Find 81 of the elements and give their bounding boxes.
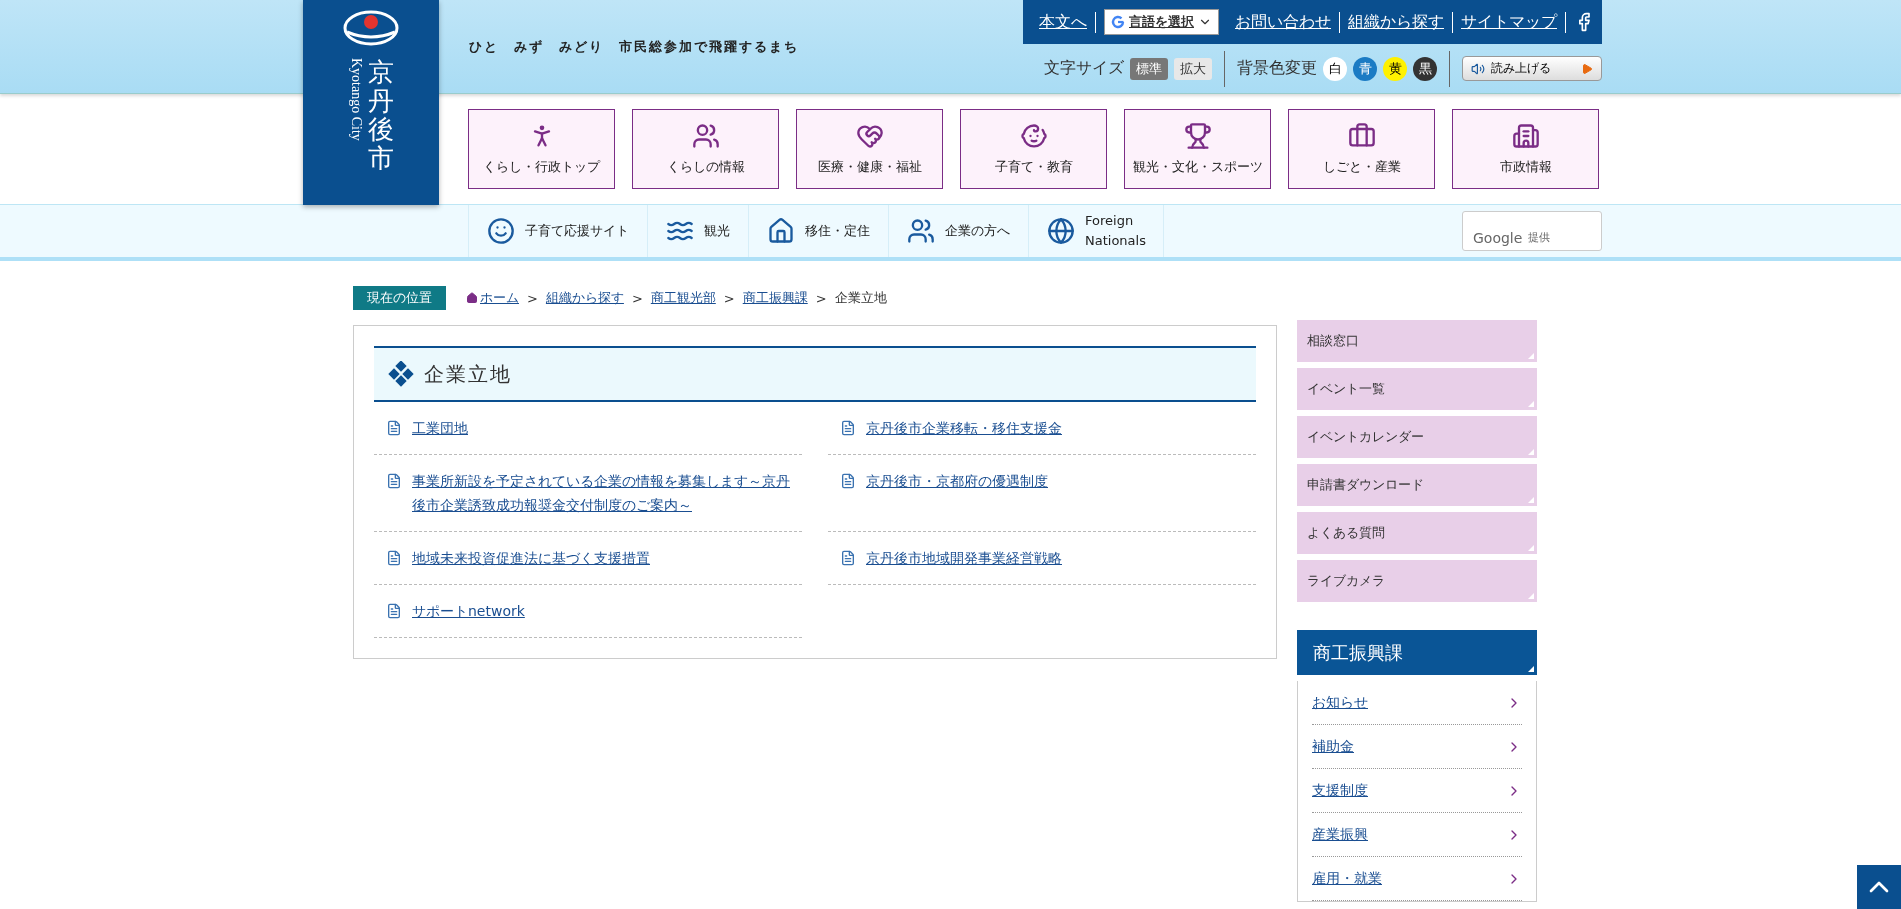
header-link[interactable]: サイトマップ <box>1453 11 1566 33</box>
category-nav-button[interactable]: くらしの情報 <box>632 109 779 189</box>
play-icon <box>1581 62 1593 75</box>
content-link[interactable]: 京丹後市企業移転・移住支援金 <box>866 416 1062 440</box>
section-link[interactable]: 補助金 <box>1312 725 1522 769</box>
category-nav-button[interactable]: 子育て・教育 <box>960 109 1107 189</box>
text-size-button[interactable]: 標準 <box>1130 57 1168 80</box>
sub-nav-link[interactable]: 観光 <box>648 205 749 257</box>
document-icon <box>386 550 402 566</box>
read-aloud-button[interactable]: 読み上げる <box>1462 56 1602 81</box>
bg-color-button[interactable]: 白 <box>1323 56 1347 81</box>
document-icon <box>386 420 402 436</box>
breadcrumb-link[interactable]: 商工振興課 <box>742 289 808 307</box>
separator-text: > <box>723 290 735 306</box>
building-icon <box>1511 122 1540 150</box>
breadcrumb-link[interactable]: 組織から探す <box>545 289 624 307</box>
sidebar-menu-button[interactable]: 相談窓口 <box>1297 320 1537 362</box>
sidebar-menu-button[interactable]: ライブカメラ <box>1297 560 1537 602</box>
document-icon <box>840 420 856 436</box>
logo-latin-text: Kyotango City <box>348 58 364 143</box>
breadcrumb-link[interactable]: 商工観光部 <box>650 289 716 307</box>
page-title: 企業立地 <box>374 346 1256 402</box>
document-icon <box>386 473 402 489</box>
house-icon <box>767 217 795 245</box>
breadcrumb-link[interactable]: ホーム <box>466 289 519 307</box>
separator-text: > <box>527 290 538 306</box>
sub-nav-link[interactable]: Foreign Nationals <box>1029 205 1164 257</box>
bg-color-label: 背景色変更 <box>1237 58 1317 79</box>
search-field[interactable]: Google 提供 <box>1462 211 1602 251</box>
content-link[interactable]: サポートnetwork <box>412 599 525 623</box>
section-heading: 商工振興課 <box>1297 630 1537 675</box>
globe-icon <box>1047 217 1075 245</box>
bg-color-button[interactable]: 黒 <box>1413 56 1437 81</box>
text-size-button[interactable]: 拡大 <box>1174 57 1212 80</box>
language-select[interactable]: 言語を選択 <box>1104 9 1219 35</box>
category-nav-button[interactable]: くらし・行政トップ <box>468 109 615 189</box>
content-link[interactable]: 工業団地 <box>412 416 468 440</box>
sub-nav-link[interactable]: 企業の方へ <box>889 205 1029 257</box>
header-link[interactable]: 組織から探す <box>1340 11 1453 33</box>
briefcase-icon <box>1347 122 1376 150</box>
people-icon <box>691 122 720 150</box>
emblem-icon <box>341 8 401 48</box>
sidebar-menu-button[interactable]: よくある質問 <box>1297 512 1537 554</box>
back-to-top-button[interactable] <box>1857 865 1901 909</box>
category-nav-button[interactable]: しごと・産業 <box>1288 109 1435 189</box>
separator-text: > <box>631 290 643 306</box>
tagline: ひと みず みどり 市民総参加で飛躍するまち <box>469 38 799 56</box>
content-link[interactable]: 京丹後市地域開発事業経営戦略 <box>866 546 1062 570</box>
people-icon <box>907 217 935 245</box>
google-icon <box>1111 15 1125 29</box>
bg-color-button[interactable]: 黄 <box>1383 56 1407 81</box>
bg-color-button[interactable]: 青 <box>1353 56 1377 81</box>
text-size-label: 文字サイズ <box>1044 58 1124 79</box>
section-link[interactable]: 雇用・就業 <box>1312 857 1522 901</box>
category-nav-button[interactable]: 観光・文化・スポーツ <box>1124 109 1271 189</box>
sports-icon <box>1183 122 1212 150</box>
home-icon <box>466 292 478 304</box>
content-link[interactable]: 事業所新設を予定されている企業の情報を募集します～京丹後市企業誘致成功報奨金交付制度のご案内～ <box>412 469 792 517</box>
category-nav-button[interactable]: 市政情報 <box>1452 109 1599 189</box>
content-link[interactable]: 京丹後市・京都府の優遇制度 <box>866 469 1048 493</box>
sub-nav-link[interactable]: 移住・定住 <box>749 205 889 257</box>
logo-text: 京丹後市 <box>368 58 394 173</box>
separator-text: > <box>815 290 827 306</box>
header-link[interactable]: 本文へ <box>1031 11 1096 33</box>
document-icon <box>840 473 856 489</box>
breadcrumb-label: 現在の位置 <box>353 286 446 310</box>
document-icon <box>840 550 856 566</box>
sidebar-menu-button[interactable]: イベント一覧 <box>1297 368 1537 410</box>
sub-nav-link[interactable]: 子育て応援サイト <box>468 205 648 257</box>
content-link[interactable]: 地域未来投資促進法に基づく支援措置 <box>412 546 650 570</box>
diamond-icon <box>388 361 414 387</box>
header-link[interactable]: お問い合わせ <box>1227 11 1340 33</box>
section-link[interactable]: 産業振興 <box>1312 813 1522 857</box>
speaker-icon <box>1471 61 1485 76</box>
category-nav-button[interactable]: 医療・健康・福祉 <box>796 109 943 189</box>
sidebar-menu-button[interactable]: イベントカレンダー <box>1297 416 1537 458</box>
smile-icon <box>487 217 515 245</box>
breadcrumb-current: 企業立地 <box>834 289 887 307</box>
heart-hand-icon <box>855 122 884 150</box>
sidebar-menu-button[interactable]: 申請書ダウンロード <box>1297 464 1537 506</box>
document-icon <box>386 603 402 619</box>
